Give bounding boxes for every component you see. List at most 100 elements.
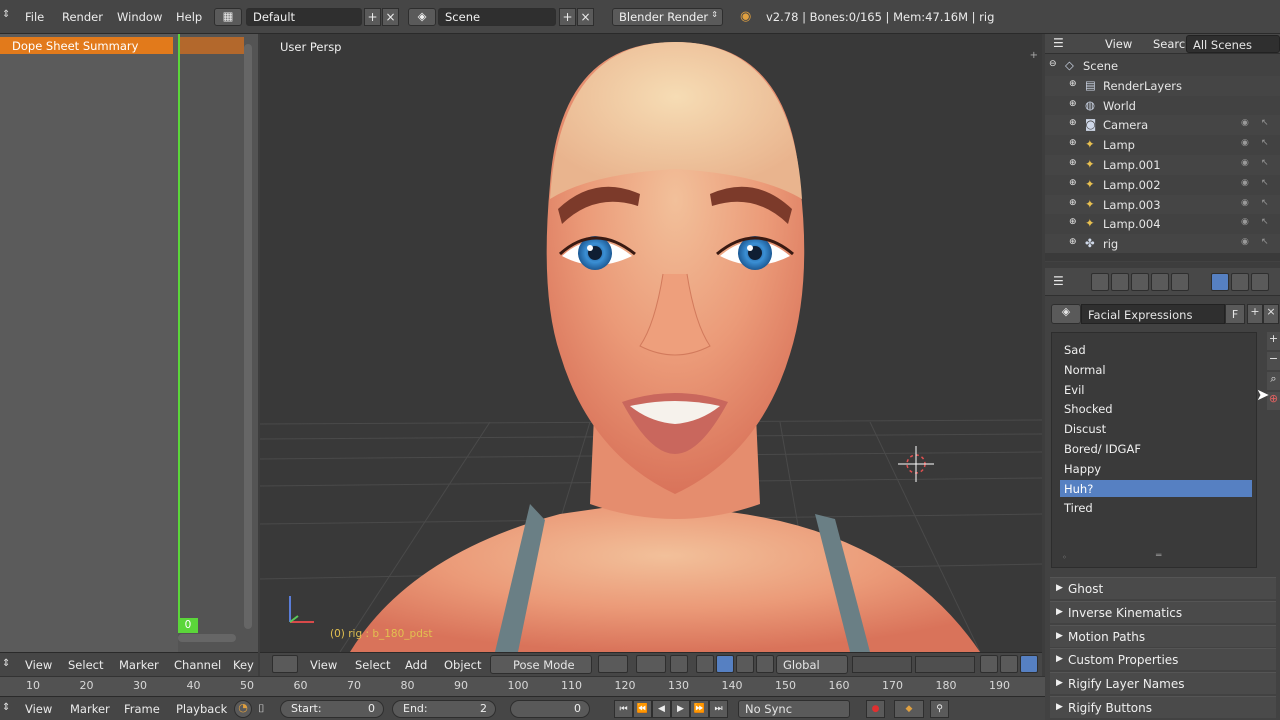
dopesheet-menu-select[interactable]: Select — [68, 658, 103, 672]
outliner-row[interactable]: ⊖ ◇ Scene — [1045, 56, 1280, 76]
interaction-mode-select[interactable]: Pose Mode — [490, 655, 592, 674]
selectability-arrow-icon[interactable]: ↖ — [1261, 178, 1269, 188]
editor-type-button[interactable] — [272, 655, 298, 673]
pose-list-item[interactable]: Tired — [1060, 499, 1252, 516]
pose-list-item[interactable]: Happy — [1060, 460, 1252, 477]
translate-icon[interactable] — [696, 655, 714, 673]
shading-select[interactable] — [598, 655, 628, 673]
display-mode-select[interactable]: All Scenes — [1186, 35, 1280, 53]
start-frame-field[interactable]: Start: 0 — [280, 700, 384, 718]
jump-start-button[interactable]: ⏮ — [614, 700, 633, 718]
keying-set-button[interactable]: ◆ — [894, 700, 924, 718]
timeline-menu-playback[interactable]: Playback — [176, 702, 227, 716]
layout-browse-button[interactable]: ▦ — [214, 8, 242, 26]
layout-field[interactable]: Default — [246, 8, 362, 26]
dopesheet-menu-view[interactable]: View — [25, 658, 52, 672]
delete-layout-button[interactable]: × — [382, 8, 399, 26]
play-reverse-button[interactable]: ◀ — [652, 700, 671, 718]
new-action-button[interactable]: + — [1247, 304, 1263, 324]
outliner-row[interactable]: ⊕ ◍ World — [1045, 95, 1280, 116]
visibility-eye-icon[interactable]: ◉ — [1241, 138, 1249, 148]
playhead-line[interactable] — [178, 34, 180, 632]
action-browse-button[interactable]: ◈ — [1051, 304, 1081, 324]
expand-toggle-icon[interactable]: ⊖ — [1049, 59, 1057, 69]
viewport-menu-view[interactable]: View — [310, 658, 337, 672]
panel-header[interactable]: ▶ Custom Properties — [1050, 648, 1276, 671]
panel-header[interactable]: ▶ Rigify Layer Names — [1050, 672, 1276, 695]
menu-file[interactable]: File — [25, 10, 44, 24]
layer-buttons-left[interactable] — [852, 656, 912, 673]
expand-toggle-icon[interactable]: ⊕ — [1069, 178, 1077, 188]
outliner-row[interactable]: ⊕ ✦ Lamp.003 ◉ ↖ — [1045, 194, 1280, 215]
remove-pose-button[interactable]: − — [1267, 352, 1280, 370]
lock-icon[interactable]: ⌷ — [258, 702, 265, 716]
keyframe-insert-button[interactable]: ⚲ — [930, 700, 949, 718]
viewport-menu-select[interactable]: Select — [355, 658, 390, 672]
outliner-menu-view[interactable]: View — [1105, 37, 1132, 51]
menu-help[interactable]: Help — [176, 10, 202, 24]
expand-toggle-icon[interactable]: ⊕ — [1069, 198, 1077, 208]
pose-list-item[interactable]: Discust — [1060, 420, 1252, 437]
menu-window[interactable]: Window — [117, 10, 162, 24]
outliner-editor-icon[interactable]: ☰ — [1053, 36, 1064, 50]
render-engine-select[interactable]: Blender Render ⇕ — [612, 8, 723, 26]
dopesheet-vertical-scrollbar[interactable] — [244, 44, 252, 629]
region-toggle-icon[interactable]: + — [1030, 50, 1038, 61]
timeline-ruler[interactable]: 10 20 30 40 50 60 70 80 90 100 110 120 130 140 150 160 1… — [0, 676, 1045, 696]
outliner-row[interactable]: ⊕ ✦ Lamp.004 ◉ ↖ — [1045, 214, 1280, 235]
add-pose-button[interactable]: + — [1267, 332, 1280, 350]
dopesheet-horizontal-scrollbar[interactable] — [178, 634, 236, 642]
selectability-arrow-icon[interactable]: ↖ — [1261, 138, 1269, 148]
outliner-scrollbar[interactable] — [1045, 253, 1280, 261]
outliner-row[interactable]: ⊕ ▤ RenderLayers — [1045, 75, 1280, 96]
timeline-menu-view[interactable]: View — [25, 702, 52, 716]
proportional-edit-icon[interactable] — [1000, 655, 1018, 673]
render-tab-icon[interactable] — [1091, 273, 1109, 291]
layers-tab-icon[interactable] — [1111, 273, 1129, 291]
timeline-menu-marker[interactable]: Marker — [70, 702, 110, 716]
pivot-select[interactable] — [636, 655, 666, 673]
dopesheet-summary-channel[interactable]: Dope Sheet Summary — [0, 37, 173, 54]
visibility-eye-icon[interactable]: ◉ — [1241, 198, 1249, 208]
selectability-arrow-icon[interactable]: ↖ — [1261, 198, 1269, 208]
layer-buttons-right[interactable] — [915, 656, 975, 673]
visibility-eye-icon[interactable]: ◉ — [1241, 217, 1249, 227]
scale-icon[interactable] — [736, 655, 754, 673]
selectability-arrow-icon[interactable]: ↖ — [1261, 118, 1269, 128]
visibility-eye-icon[interactable]: ◉ — [1241, 178, 1249, 188]
visibility-eye-icon[interactable]: ◉ — [1241, 118, 1249, 128]
timeline-menu-frame[interactable]: Frame — [124, 702, 160, 716]
editor-type-icon[interactable]: ⇕ — [2, 9, 12, 25]
expand-toggle-icon[interactable]: ⊕ — [1069, 118, 1077, 128]
pose-list-item[interactable]: Shocked — [1060, 400, 1252, 417]
scene-field[interactable]: Scene — [438, 8, 556, 26]
dopesheet-menu-marker[interactable]: Marker — [119, 658, 159, 672]
modifiers-tab-icon[interactable] — [1251, 273, 1269, 291]
preview-range-icon[interactable]: ◔ — [234, 700, 252, 718]
expand-toggle-icon[interactable]: ⊕ — [1069, 237, 1077, 247]
panel-header[interactable]: ▶ Inverse Kinematics — [1050, 600, 1276, 623]
list-filter-icon[interactable]: ◦ — [1062, 553, 1067, 562]
editor-type-icon[interactable]: ⇕ — [2, 702, 10, 713]
menu-render[interactable]: Render — [62, 10, 103, 24]
panel-header[interactable]: ▶ Motion Paths — [1050, 624, 1276, 647]
viewport-menu-add[interactable]: Add — [405, 658, 427, 672]
dopesheet-menu-key[interactable]: Key — [233, 658, 254, 672]
unlink-action-button[interactable]: × — [1263, 304, 1279, 324]
sync-mode-select[interactable]: No Sync — [738, 700, 850, 718]
transform-icon[interactable] — [756, 655, 774, 673]
fake-user-button[interactable]: F — [1225, 304, 1245, 324]
play-button[interactable]: ▶ — [671, 700, 690, 718]
record-button[interactable]: ● — [866, 700, 885, 718]
jump-keyframe-back-button[interactable]: ⏪ — [633, 700, 652, 718]
manipulator-toggle[interactable] — [670, 655, 688, 673]
selectability-arrow-icon[interactable]: ↖ — [1261, 217, 1269, 227]
current-frame-field[interactable]: 0 — [510, 700, 590, 718]
end-frame-field[interactable]: End: 2 — [392, 700, 496, 718]
expand-toggle-icon[interactable]: ⊕ — [1069, 158, 1077, 168]
pose-list-item[interactable]: Huh? — [1060, 479, 1252, 497]
expand-toggle-icon[interactable]: ⊕ — [1069, 79, 1077, 89]
dopesheet-menu-channel[interactable]: Channel — [174, 658, 221, 672]
panel-header[interactable]: ▶ Rigify Buttons — [1050, 696, 1276, 718]
selectability-arrow-icon[interactable]: ↖ — [1261, 237, 1269, 247]
